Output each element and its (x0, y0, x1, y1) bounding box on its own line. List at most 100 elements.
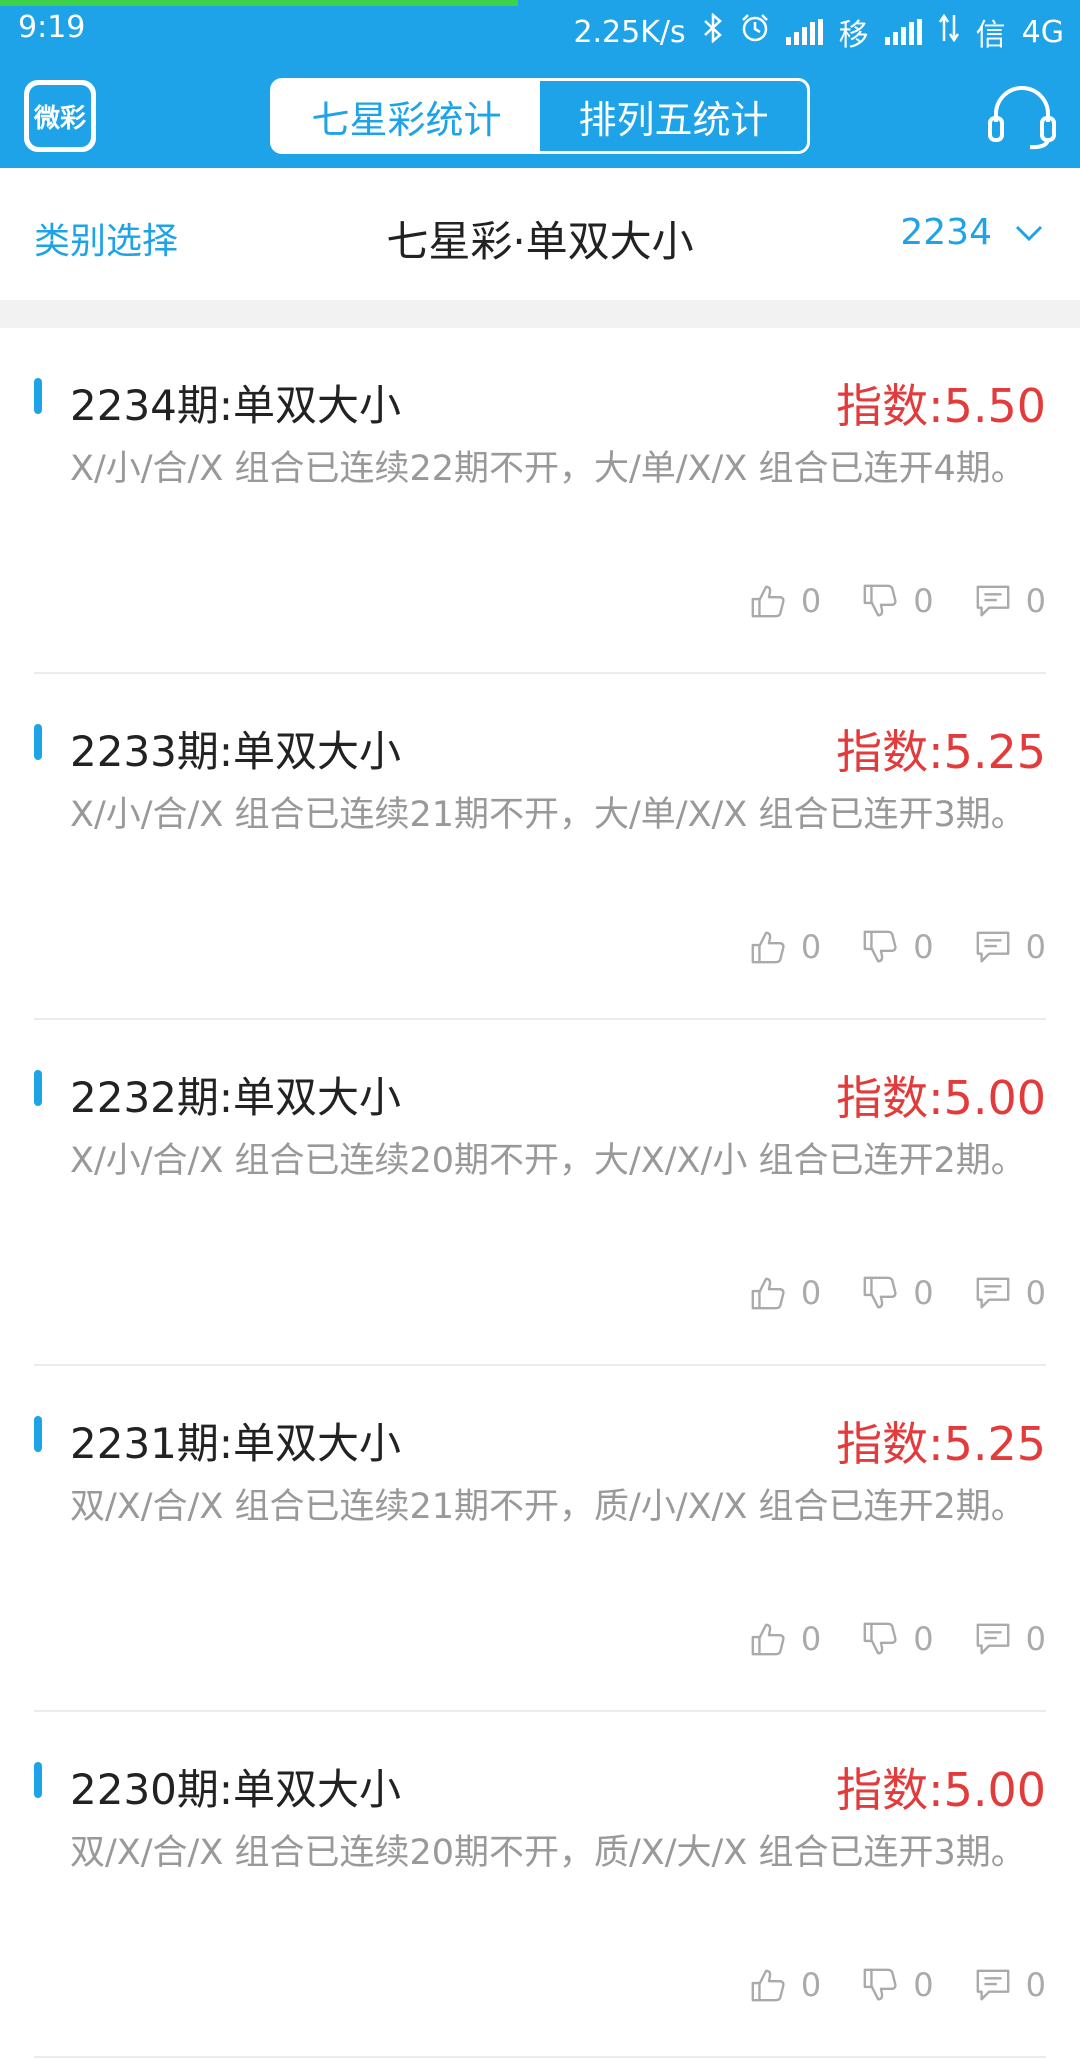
stats-list: 2234期:单双大小 指数:5.50 X/小/合/X 组合已连续22期不开，大/… (0, 328, 1080, 2058)
item-index: 指数:5.25 (836, 1417, 1046, 1471)
item-description: 双/X/合/X 组合已连续20期不开，质/X/大/X 组合已连开3期。 (70, 1833, 1026, 1873)
issue-value: 2234 (900, 212, 992, 253)
thumbs-down-icon (863, 930, 897, 963)
signal-icon-2 (884, 19, 922, 45)
network-type: 4G (1021, 14, 1064, 50)
filter-bar: 类别选择 七星彩·单双大小 2234 (0, 168, 1080, 300)
dislike-count: 0 (913, 582, 934, 620)
item-actions: 0 0 0 (749, 1620, 1046, 1658)
headset-icon[interactable] (986, 82, 1058, 150)
thumbs-up-icon (751, 1623, 785, 1656)
dislike-button[interactable]: 0 (861, 1966, 934, 2004)
bluetooth-icon (702, 11, 724, 52)
net-speed: 2.25K/s (573, 14, 686, 50)
item-marker (34, 1070, 42, 1106)
comment-count: 0 (1025, 1274, 1046, 1312)
item-title: 2232期:单双大小 (70, 1073, 402, 1122)
item-index: 指数:5.25 (836, 725, 1046, 779)
dislike-count: 0 (913, 1966, 934, 2004)
dislike-button[interactable]: 0 (861, 1274, 934, 1312)
stats-tab-switcher: 七星彩统计 排列五统计 (270, 78, 810, 154)
item-actions: 0 0 0 (749, 1274, 1046, 1312)
thumbs-up-icon (751, 585, 785, 618)
tab-pailiewu-stats[interactable]: 排列五统计 (540, 81, 807, 151)
item-separator (34, 2056, 1046, 2058)
list-item[interactable]: 2231期:单双大小 指数:5.25 双/X/合/X 组合已连续21期不开，质/… (0, 1366, 1080, 1712)
comment-icon (976, 1277, 1010, 1309)
item-title: 2234期:单双大小 (70, 381, 402, 430)
app-logo-text: 微彩 (29, 85, 91, 147)
like-count: 0 (800, 1620, 822, 1658)
like-button[interactable]: 0 (749, 582, 821, 620)
item-description: X/小/合/X 组合已连续21期不开，大/单/X/X 组合已连开3期。 (70, 795, 1026, 835)
list-item[interactable]: 2234期:单双大小 指数:5.50 X/小/合/X 组合已连续22期不开，大/… (0, 328, 1080, 674)
item-description: X/小/合/X 组合已连续22期不开，大/单/X/X 组合已连开4期。 (70, 449, 1026, 489)
app-logo[interactable]: 微彩 (24, 80, 96, 152)
dislike-count: 0 (913, 928, 934, 966)
thumbs-down-icon (863, 584, 897, 617)
dislike-button[interactable]: 0 (861, 1620, 934, 1658)
comment-button[interactable]: 0 (974, 582, 1046, 620)
dislike-button[interactable]: 0 (861, 582, 934, 620)
list-item[interactable]: 2233期:单双大小 指数:5.25 X/小/合/X 组合已连续21期不开，大/… (0, 674, 1080, 1020)
comment-count: 0 (1025, 1966, 1046, 2004)
chevron-down-icon (1015, 225, 1043, 241)
item-marker (34, 378, 42, 414)
like-button[interactable]: 0 (749, 1966, 821, 2004)
data-arrows-icon (938, 13, 960, 52)
section-divider (0, 300, 1080, 328)
like-count: 0 (800, 1966, 822, 2004)
carrier-1: 移 (838, 18, 869, 53)
comment-icon (976, 585, 1010, 617)
thumbs-up-icon (751, 1277, 785, 1310)
comment-button[interactable]: 0 (974, 1966, 1046, 2004)
like-button[interactable]: 0 (749, 928, 821, 966)
signal-icon (785, 19, 823, 45)
comment-button[interactable]: 0 (974, 1274, 1046, 1312)
item-title: 2233期:单双大小 (70, 727, 402, 776)
comment-button[interactable]: 0 (974, 1620, 1046, 1658)
like-count: 0 (800, 582, 822, 620)
like-button[interactable]: 0 (749, 1274, 821, 1312)
comment-count: 0 (1025, 928, 1046, 966)
item-marker (34, 724, 42, 760)
like-count: 0 (800, 1274, 822, 1312)
item-index: 指数:5.00 (836, 1763, 1046, 1817)
tab-qixingcai-stats[interactable]: 七星彩统计 (273, 81, 540, 151)
alarm-icon (740, 13, 770, 52)
status-right: 2.25K/s 移 信 4G (573, 10, 1064, 54)
comment-count: 0 (1025, 1620, 1046, 1658)
comment-icon (976, 1969, 1010, 2001)
status-time: 9:19 (18, 10, 86, 45)
carrier-2: 信 (975, 18, 1006, 53)
page-load-progress (0, 0, 518, 6)
thumbs-down-icon (863, 1968, 897, 2001)
issue-dropdown[interactable]: 2234 (900, 212, 1044, 253)
like-button[interactable]: 0 (749, 1620, 821, 1658)
thumbs-down-icon (863, 1622, 897, 1655)
dislike-count: 0 (913, 1274, 934, 1312)
item-description: 双/X/合/X 组合已连续21期不开，质/小/X/X 组合已连开2期。 (70, 1487, 1026, 1527)
item-actions: 0 0 0 (749, 1966, 1046, 2004)
item-title: 2231期:单双大小 (70, 1419, 402, 1468)
like-count: 0 (800, 928, 822, 966)
item-actions: 0 0 0 (749, 928, 1046, 966)
list-item[interactable]: 2232期:单双大小 指数:5.00 X/小/合/X 组合已连续20期不开，大/… (0, 1020, 1080, 1366)
item-actions: 0 0 0 (749, 582, 1046, 620)
thumbs-up-icon (751, 931, 785, 964)
thumbs-up-icon (751, 1969, 785, 2002)
item-marker (34, 1762, 42, 1798)
item-marker (34, 1416, 42, 1452)
comment-icon (976, 931, 1010, 963)
comment-button[interactable]: 0 (974, 928, 1046, 966)
status-bar: 9:19 2.25K/s 移 信 4G (0, 0, 1080, 60)
item-index: 指数:5.50 (836, 379, 1046, 433)
comment-count: 0 (1025, 582, 1046, 620)
item-title: 2230期:单双大小 (70, 1765, 402, 1814)
comment-icon (976, 1623, 1010, 1655)
thumbs-down-icon (863, 1276, 897, 1309)
dislike-count: 0 (913, 1620, 934, 1658)
list-item[interactable]: 2230期:单双大小 指数:5.00 双/X/合/X 组合已连续20期不开，质/… (0, 1712, 1080, 2058)
item-index: 指数:5.00 (836, 1071, 1046, 1125)
dislike-button[interactable]: 0 (861, 928, 934, 966)
